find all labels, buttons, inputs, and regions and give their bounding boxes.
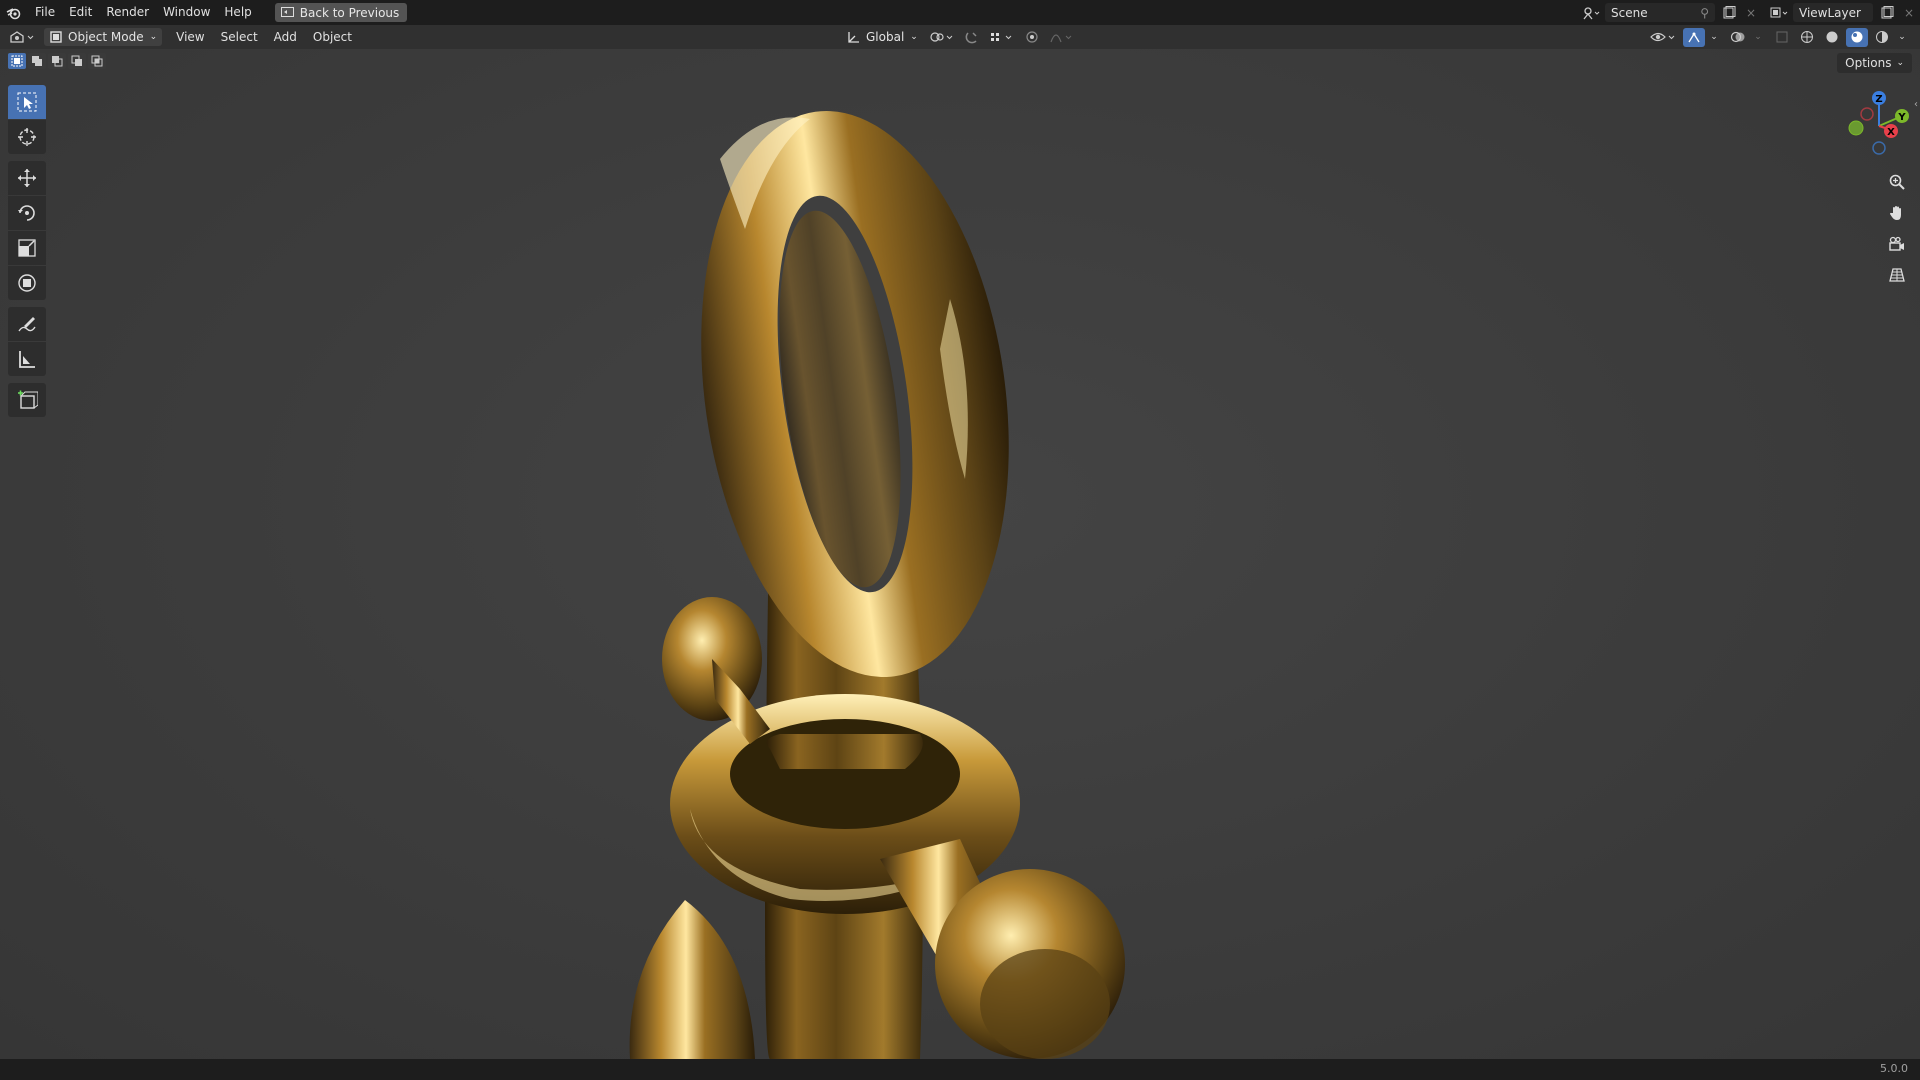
chevron-down-icon: ⌄ [910,32,918,42]
menu-select[interactable]: Select [213,25,266,49]
back-to-previous-button[interactable]: Back to Previous [274,3,408,22]
select-new-icon[interactable] [8,53,26,69]
zoom-icon[interactable] [1884,169,1910,195]
rendered-shading-icon[interactable] [1871,28,1893,47]
chevron-down-icon: ⌄ [149,32,158,42]
svg-text:X: X [1887,127,1895,138]
menu-render[interactable]: Render [99,0,156,25]
3d-scene-render[interactable] [0,49,1920,1059]
material-preview-shading-icon[interactable] [1846,27,1868,47]
chevron-down-icon[interactable]: ⌄ [1752,28,1764,47]
object-mode-icon [50,31,62,43]
overlays-toggle-icon[interactable] [1727,28,1749,47]
delete-view-layer-icon[interactable]: × [1898,3,1920,22]
xray-toggle-icon[interactable] [1771,28,1793,47]
menu-add[interactable]: Add [266,25,305,49]
solid-shading-icon[interactable] [1821,28,1843,47]
pin-icon[interactable]: ⚲ [1700,6,1709,20]
new-scene-icon[interactable] [1718,3,1740,22]
annotate-tool-icon[interactable] [8,307,46,341]
delete-scene-icon[interactable]: × [1740,3,1762,22]
scene-name-field[interactable]: Scene ⚲ [1605,3,1715,22]
editor-type-icon[interactable] [4,28,40,47]
navigation-gizmo[interactable]: Z Y X [1840,84,1910,164]
menu-window[interactable]: Window [156,0,217,25]
menu-object[interactable]: Object [305,25,360,49]
menu-help[interactable]: Help [217,0,258,25]
orientation-axes-icon [848,32,859,43]
snap-toggle-icon[interactable] [961,28,983,47]
perspective-grid-icon[interactable] [1884,262,1910,288]
3d-viewport[interactable]: Options ⌄ Z Y X ‹ [0,49,1920,1059]
wireframe-shading-icon[interactable] [1796,28,1818,47]
scale-tool-icon[interactable] [8,231,46,265]
add-cube-tool-icon[interactable] [8,383,46,417]
pan-hand-icon[interactable] [1884,200,1910,226]
object-mode-dropdown[interactable]: Object Mode ⌄ [44,28,163,46]
version-label: 5.0.0 [1880,1062,1908,1075]
sidebar-toggle-chevron-icon[interactable]: ‹ [1914,99,1918,110]
options-dropdown[interactable]: Options ⌄ [1837,53,1912,73]
view-layer-selector-icon[interactable] [1768,3,1790,22]
rotate-tool-icon[interactable] [8,196,46,230]
screen-icon [280,7,294,17]
snap-target-icon[interactable] [987,28,1017,47]
transform-orientation-dropdown[interactable]: Global ⌄ [842,28,923,46]
view-layer-name: ViewLayer [1799,5,1861,20]
select-box-tool-icon[interactable] [8,85,46,119]
options-label: Options [1845,56,1892,70]
navigation-buttons [1884,169,1910,288]
viewport-header: Object Mode ⌄ View Select Add Object Glo… [0,25,1920,49]
chevron-down-icon[interactable]: ⌄ [1708,28,1720,47]
scene-name: Scene [1611,5,1648,20]
menu-view[interactable]: View [168,25,212,49]
menu-edit[interactable]: Edit [62,0,99,25]
proportional-falloff-icon[interactable] [1047,28,1077,47]
select-invert-icon[interactable] [68,53,86,69]
measure-tool-icon[interactable] [8,342,46,376]
menu-file[interactable]: File [28,0,62,25]
blender-logo-icon[interactable] [0,0,28,25]
move-tool-icon[interactable] [8,161,46,195]
gizmo-toggle-icon[interactable] [1683,27,1705,47]
selection-mode-group [8,53,106,69]
select-extend-icon[interactable] [28,53,46,69]
camera-view-icon[interactable] [1884,231,1910,257]
scene-selector-icon[interactable] [1580,3,1602,22]
select-intersect-icon[interactable] [88,53,106,69]
visibility-eye-icon[interactable] [1648,28,1680,47]
chevron-down-icon: ⌄ [1896,58,1904,68]
cursor-tool-icon[interactable] [8,120,46,154]
tool-shelf [8,85,46,418]
chevron-down-icon[interactable]: ⌄ [1896,28,1908,47]
back-to-previous-label: Back to Previous [299,5,400,20]
transform-orientation-label: Global [866,30,905,44]
new-view-layer-icon[interactable] [1876,3,1898,22]
transform-tool-icon[interactable] [8,266,46,300]
view-layer-name-field[interactable]: ViewLayer [1793,3,1873,22]
object-mode-label: Object Mode [68,30,144,44]
status-bar: 5.0.0 [0,1059,1920,1080]
select-subtract-icon[interactable] [48,53,66,69]
svg-text:Y: Y [1897,112,1906,123]
proportional-editing-icon[interactable] [1021,28,1043,47]
pivot-point-icon[interactable] [927,28,957,47]
top-menu-bar: File Edit Render Window Help Back to Pre… [0,0,1920,25]
svg-text:Z: Z [1875,94,1882,105]
